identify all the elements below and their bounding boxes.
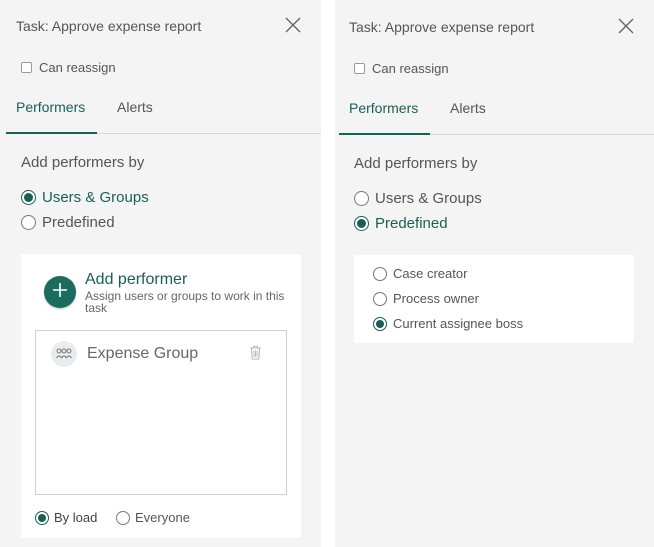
option-label: Users & Groups bbox=[375, 190, 482, 207]
predefined-card: Case creator Process owner Current assig… bbox=[354, 255, 634, 343]
radio-everyone[interactable] bbox=[116, 510, 130, 525]
radio-predefined[interactable] bbox=[354, 216, 369, 231]
add-performer-subtitle: Assign users or groups to work in this t… bbox=[85, 289, 285, 315]
tab-performers[interactable]: Performers bbox=[16, 99, 85, 115]
predefined-label: Current assignee boss bbox=[393, 316, 524, 331]
predefined-label: Process owner bbox=[393, 291, 479, 306]
checkbox-box[interactable] bbox=[354, 63, 365, 74]
tab-performers[interactable]: Performers bbox=[349, 100, 418, 116]
add-performers-by-label: Add performers by bbox=[354, 155, 478, 172]
performer-name: Expense Group bbox=[87, 345, 199, 362]
option-predefined[interactable]: Predefined bbox=[354, 215, 448, 232]
radio-current-assignee-boss[interactable] bbox=[373, 316, 387, 331]
active-tab-indicator bbox=[6, 132, 97, 134]
predefined-label: Case creator bbox=[393, 266, 468, 281]
task-panel-users-groups: Task: Approve expense report Can reassig… bbox=[0, 0, 321, 547]
option-label: Users & Groups bbox=[42, 189, 149, 206]
can-reassign-checkbox[interactable]: Can reassign bbox=[354, 61, 449, 76]
plus-icon bbox=[52, 282, 68, 303]
performers-card: Add performer Assign users or groups to … bbox=[21, 254, 301, 538]
tab-alerts[interactable]: Alerts bbox=[450, 100, 486, 116]
mode-label: Everyone bbox=[135, 510, 190, 525]
mode-label: By load bbox=[54, 510, 98, 525]
trash-icon[interactable] bbox=[249, 345, 262, 365]
option-label: Predefined bbox=[42, 214, 115, 231]
can-reassign-checkbox[interactable]: Can reassign bbox=[21, 60, 116, 75]
predefined-current-assignee-boss[interactable]: Current assignee boss bbox=[373, 316, 523, 331]
option-label: Predefined bbox=[375, 215, 448, 232]
mode-by-load[interactable]: By load bbox=[35, 510, 97, 525]
performer-list: Expense Group bbox=[35, 330, 287, 495]
mode-everyone[interactable]: Everyone bbox=[116, 510, 190, 525]
close-icon[interactable] bbox=[618, 18, 634, 34]
add-performer-button[interactable] bbox=[44, 276, 76, 308]
tab-bar: Performers Alerts bbox=[6, 90, 321, 134]
predefined-case-creator[interactable]: Case creator bbox=[373, 266, 467, 281]
task-panel-predefined: Task: Approve expense report Can reassig… bbox=[335, 0, 654, 547]
option-users-groups[interactable]: Users & Groups bbox=[354, 190, 482, 207]
radio-process-owner[interactable] bbox=[373, 291, 387, 306]
add-performers-by-label: Add performers by bbox=[21, 154, 145, 171]
radio-users-groups[interactable] bbox=[354, 191, 369, 206]
add-performer-title[interactable]: Add performer bbox=[85, 271, 187, 289]
can-reassign-label: Can reassign bbox=[372, 61, 449, 76]
group-icon bbox=[51, 341, 77, 367]
panel-title: Task: Approve expense report bbox=[349, 19, 535, 35]
tab-bar: Performers Alerts bbox=[339, 91, 654, 135]
checkbox-box[interactable] bbox=[21, 62, 32, 73]
radio-predefined[interactable] bbox=[21, 215, 36, 230]
close-icon[interactable] bbox=[285, 17, 301, 33]
can-reassign-label: Can reassign bbox=[39, 60, 116, 75]
radio-users-groups[interactable] bbox=[21, 190, 36, 205]
tab-alerts[interactable]: Alerts bbox=[117, 99, 153, 115]
panel-title: Task: Approve expense report bbox=[16, 18, 202, 34]
radio-by-load[interactable] bbox=[35, 510, 49, 525]
option-predefined[interactable]: Predefined bbox=[21, 214, 115, 231]
option-users-groups[interactable]: Users & Groups bbox=[21, 189, 149, 206]
predefined-process-owner[interactable]: Process owner bbox=[373, 291, 479, 306]
radio-case-creator[interactable] bbox=[373, 266, 387, 281]
active-tab-indicator bbox=[339, 133, 430, 135]
